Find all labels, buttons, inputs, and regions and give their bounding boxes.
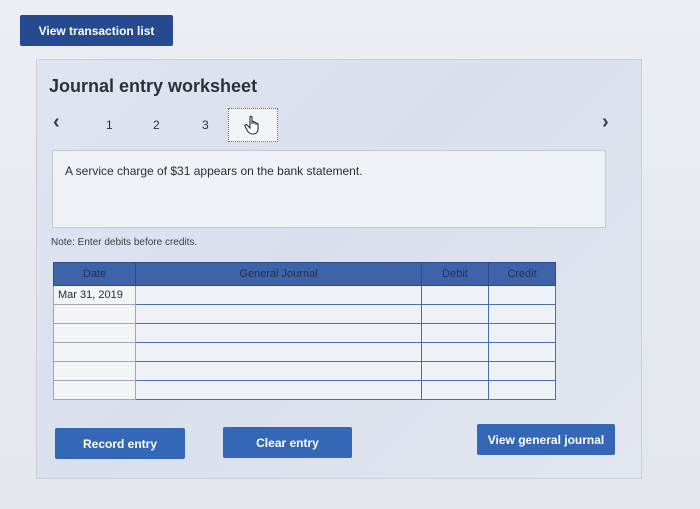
account-cell[interactable] — [135, 361, 422, 381]
journal-row: Mar 31, 2019 — [53, 285, 556, 305]
debit-cell[interactable] — [421, 323, 489, 343]
date-cell[interactable] — [53, 304, 136, 324]
journal-table: Date General Journal Debit Credit Mar 31… — [53, 262, 556, 400]
date-cell[interactable] — [53, 342, 136, 362]
page-2-link[interactable]: 2 — [153, 118, 160, 132]
credit-cell[interactable] — [488, 342, 556, 362]
page-1-link[interactable]: 1 — [106, 118, 113, 132]
worksheet-title: Journal entry worksheet — [49, 76, 258, 96]
journal-row — [53, 380, 556, 400]
transaction-description-box: A service charge of $31 appears on the b… — [52, 150, 606, 228]
account-cell[interactable] — [135, 323, 422, 343]
chevron-right-icon[interactable]: › — [602, 111, 609, 134]
view-general-journal-button[interactable]: View general journal — [477, 424, 615, 455]
account-cell[interactable] — [135, 285, 422, 305]
credit-column-header: Credit — [488, 262, 556, 286]
chevron-left-icon[interactable]: ‹ — [53, 111, 60, 134]
general-journal-column-header: General Journal — [135, 262, 422, 286]
journal-header-row: Date General Journal Debit Credit — [53, 262, 556, 286]
account-cell[interactable] — [135, 342, 422, 362]
record-entry-button[interactable]: Record entry — [55, 428, 185, 459]
credit-cell[interactable] — [488, 380, 556, 400]
credit-cell[interactable] — [488, 285, 556, 305]
date-column-header: Date — [53, 262, 136, 286]
debit-column-header: Debit — [421, 262, 489, 286]
hand-pointer-icon — [244, 115, 259, 135]
credit-cell[interactable] — [488, 361, 556, 381]
worksheet-pager: ‹ 1 2 3 › — [37, 106, 641, 142]
debit-cell[interactable] — [421, 285, 489, 305]
debit-cell[interactable] — [421, 361, 489, 381]
view-transaction-list-button[interactable]: View transaction list — [20, 15, 173, 46]
current-page-tab[interactable] — [228, 108, 278, 142]
debit-cell[interactable] — [421, 304, 489, 324]
credit-cell[interactable] — [488, 304, 556, 324]
date-cell[interactable]: Mar 31, 2019 — [53, 285, 136, 305]
debit-cell[interactable] — [421, 380, 489, 400]
date-cell[interactable] — [53, 361, 136, 381]
journal-row — [53, 323, 556, 343]
transaction-description: A service charge of $31 appears on the b… — [65, 164, 363, 178]
journal-row — [53, 361, 556, 381]
journal-entry-worksheet-panel: Journal entry worksheet ‹ 1 2 3 › A serv… — [36, 59, 642, 479]
debit-cell[interactable] — [421, 342, 489, 362]
page-3-link[interactable]: 3 — [202, 118, 209, 132]
entry-note: Note: Enter debits before credits. — [51, 237, 198, 248]
journal-row — [53, 304, 556, 324]
date-cell[interactable] — [53, 323, 136, 343]
account-cell[interactable] — [135, 380, 422, 400]
credit-cell[interactable] — [488, 323, 556, 343]
journal-row — [53, 342, 556, 362]
date-cell[interactable] — [53, 380, 136, 400]
clear-entry-button[interactable]: Clear entry — [223, 427, 352, 458]
account-cell[interactable] — [135, 304, 422, 324]
